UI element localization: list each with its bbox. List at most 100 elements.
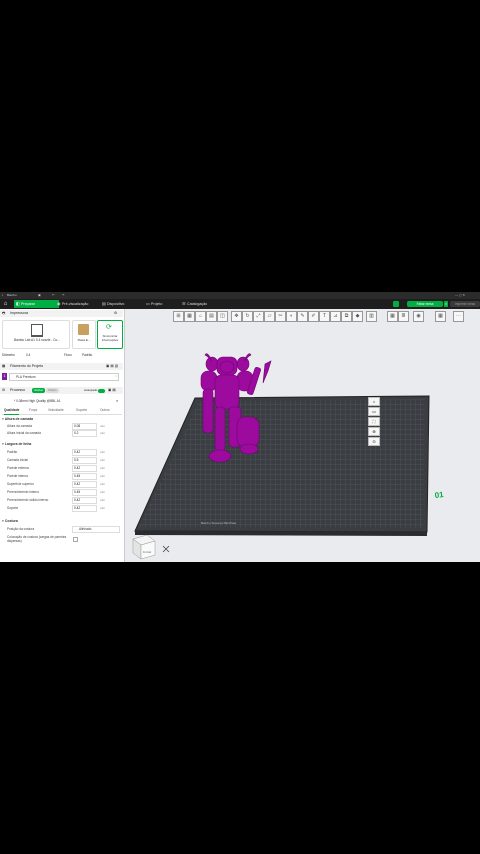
- line-width-unit: mm: [100, 482, 105, 486]
- layer-height-group-title: ≡ Altura de camada: [2, 417, 34, 421]
- nozzle-row: Diâmetro 0.4 Fluxo Padrão: [2, 352, 93, 358]
- printer-model-icon: [31, 324, 43, 337]
- plate-card[interactable]: Placa E...: [72, 320, 96, 349]
- advanced-switch[interactable]: [98, 389, 105, 393]
- flow-select[interactable]: Padrão: [82, 352, 92, 358]
- first-layer-label: Altura inicial da camada: [7, 431, 41, 435]
- object-toggle[interactable]: Objeto: [46, 388, 59, 393]
- seam-group-title: ≡ Costura: [2, 519, 18, 523]
- settings-sidebar: 🖶 Impressora ⚙ Bambu Lab A1 0.4 nozzle -…: [0, 309, 125, 562]
- process-section-header[interactable]: ⚙ Processo Global Objeto Avançado ▣ ▤: [0, 387, 123, 394]
- line-width-input[interactable]: 0.5: [72, 457, 97, 464]
- filament-edit-icon[interactable]: ◌: [115, 373, 117, 378]
- process-tabs: Qualidade Força Velocidade Suporte Outro…: [2, 407, 122, 415]
- plate-thumbnail: [78, 324, 89, 335]
- seam-position-select[interactable]: Alinhado: [72, 526, 120, 533]
- line-width-unit: mm: [100, 506, 105, 510]
- line-width-label: Preenchimento interno: [7, 490, 40, 494]
- line-width-unit: mm: [100, 466, 105, 470]
- view-zoom-icon[interactable]: ⊕: [368, 427, 380, 436]
- app-logo-icon: ▪: [2, 293, 4, 297]
- 3d-viewport[interactable]: ⊞ ▦ ⌂ ▤ ◫ ✥ ↻ ⤢ ▱ ✂ ◐ ✎ ✐ T ⊿ ⧉ ◆ ▥ ▦ ≣ …: [125, 309, 480, 562]
- title-bar: ▪ Bambu ▣ ↶ ↷ — ▢ ✕: [0, 292, 480, 299]
- tab-speed[interactable]: Velocidade: [48, 407, 64, 414]
- line-width-input[interactable]: 0.42: [72, 465, 97, 472]
- view-cube-label: Frontal: [143, 550, 151, 554]
- slice-button[interactable]: Fatiar mesa: [407, 301, 443, 307]
- line-width-label: Preenchimento sólido interno: [7, 498, 49, 502]
- eye-icon: ◉: [57, 301, 61, 306]
- line-width-unit: mm: [100, 458, 105, 462]
- first-layer-input[interactable]: 0.2: [72, 430, 97, 437]
- settings-gear-icon[interactable]: ⚙: [114, 310, 117, 317]
- line-width-input[interactable]: 0.42: [72, 505, 97, 512]
- cube-icon: ◧: [16, 301, 20, 306]
- filament-select[interactable]: PLA Premium: [9, 373, 119, 381]
- process-profile-select[interactable]: * 0.08mm High Quality @BBL A1: [14, 398, 114, 404]
- sync-button[interactable]: ⟳ Sincronizar informações: [97, 320, 123, 349]
- line-width-unit: mm: [100, 474, 105, 478]
- window-controls[interactable]: — ▢ ✕: [455, 293, 465, 297]
- layer-height-label: Altura da camada: [7, 424, 32, 428]
- line-width-input[interactable]: 0.42: [72, 497, 97, 504]
- tab-preview[interactable]: ◉ Pré-visualização: [55, 300, 104, 308]
- save-icon[interactable]: ▣: [38, 293, 41, 297]
- line-width-unit: mm: [100, 450, 105, 454]
- seam-gap-checkbox[interactable]: [73, 537, 78, 542]
- filament-index-badge: 1: [2, 373, 7, 380]
- view-home-icon[interactable]: ⌂: [368, 397, 380, 406]
- printer-name: Bambu Lab A1 0.4 nozzle - Co...: [14, 338, 60, 342]
- plate-number-label: 01: [434, 490, 444, 500]
- tab-device[interactable]: ▤ Dispositivo: [100, 300, 143, 308]
- nozzle-select[interactable]: 0.4: [26, 352, 30, 358]
- seam-gap-label: Colocação de costura (cargas de paredes …: [7, 535, 67, 543]
- process-tools-icons[interactable]: ▣ ▤: [108, 387, 116, 394]
- line-width-unit: mm: [100, 490, 105, 494]
- print-button[interactable]: Imprimir mesa: [450, 301, 480, 307]
- catalog-icon: ☰: [182, 301, 186, 306]
- profile-search-icon[interactable]: ⌕: [116, 398, 118, 403]
- line-width-label: Padrão: [7, 450, 18, 454]
- filament-icon: ▦: [2, 364, 6, 368]
- axis-toggle-icon: [162, 545, 170, 553]
- view-fit-icon[interactable]: ⛶: [368, 417, 380, 426]
- process-icon: ⚙: [2, 388, 6, 392]
- line-width-input[interactable]: 0.42: [72, 481, 97, 488]
- line-width-label: Parede interna: [7, 474, 28, 478]
- printer-section-header[interactable]: 🖶 Impressora ⚙: [0, 310, 123, 317]
- tab-catalog[interactable]: ☰ Catalogação: [180, 300, 227, 308]
- app-name: Bambu: [7, 293, 17, 297]
- tab-support[interactable]: Suporte: [76, 407, 87, 414]
- redo-icon[interactable]: ↷: [62, 293, 65, 297]
- tab-strength[interactable]: Força: [29, 407, 37, 414]
- first-layer-unit: mm: [100, 431, 105, 435]
- layer-height-input[interactable]: 0.08: [72, 423, 97, 430]
- view-top-icon[interactable]: ▭: [368, 407, 380, 416]
- home-icon[interactable]: ⌂: [1, 300, 10, 308]
- line-width-input[interactable]: 0.42: [72, 449, 97, 456]
- slice-dropdown-icon[interactable]: ▾: [444, 301, 448, 307]
- line-width-input[interactable]: 0.45: [72, 489, 97, 496]
- right-view-tools: ⌂ ▭ ⛶ ⊕ ⊙: [368, 397, 382, 449]
- line-width-input[interactable]: 0.45: [72, 473, 97, 480]
- printer-icon: 🖶: [2, 311, 6, 315]
- tab-project[interactable]: ▭ Projeto: [144, 300, 181, 308]
- plate-settings-icon[interactable]: [393, 301, 399, 307]
- tab-others[interactable]: Outros: [100, 407, 110, 414]
- filament-item[interactable]: 1 PLA Premium ◌: [2, 373, 120, 381]
- filament-tools-icons[interactable]: ▣ ▤ ▥: [106, 363, 118, 370]
- line-width-label: Suporte: [7, 506, 19, 510]
- tab-prepare[interactable]: ◧ Preparar: [14, 300, 59, 308]
- line-width-label: Parede externa: [7, 466, 29, 470]
- filament-section-header[interactable]: ▦ Filamento do Projeto ▣ ▤ ▥: [0, 363, 123, 370]
- plate-type-label: Bambu Textured PEI Plate: [201, 521, 236, 525]
- tab-quality[interactable]: Qualidade: [4, 407, 20, 415]
- printer-card[interactable]: Bambu Lab A1 0.4 nozzle - Co...: [2, 320, 70, 349]
- global-toggle[interactable]: Global: [32, 388, 45, 393]
- undo-icon[interactable]: ↶: [52, 293, 55, 297]
- view-cube: Frontal: [132, 534, 156, 560]
- bambu-studio-window: ▪ Bambu ▣ ↶ ↷ — ▢ ✕ ⌂ ◧ Preparar ◉ Pré-v…: [0, 292, 480, 562]
- view-reset-icon[interactable]: ⊙: [368, 437, 380, 446]
- build-plate-grid: [139, 399, 425, 528]
- line-width-unit: mm: [100, 498, 105, 502]
